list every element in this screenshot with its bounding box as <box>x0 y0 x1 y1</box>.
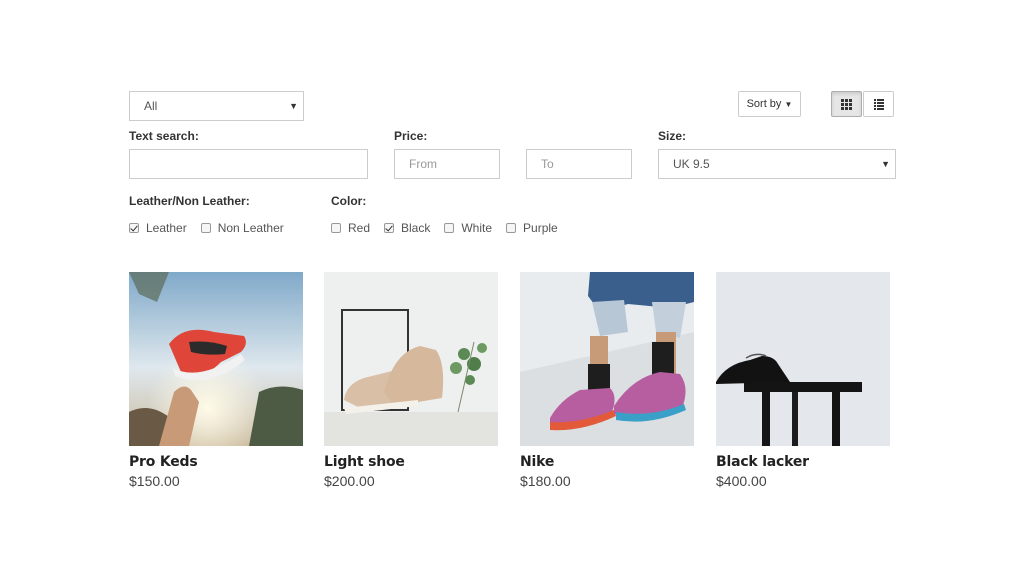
chevron-down-icon: ▼ <box>289 101 298 111</box>
leather-checkbox[interactable] <box>129 223 139 233</box>
red-checkbox[interactable] <box>331 223 341 233</box>
price-to-input[interactable]: To <box>526 149 632 179</box>
list-view-icon <box>873 98 884 110</box>
leather-label: Leather <box>146 221 187 235</box>
product-card[interactable]: Nike $180.00 <box>520 272 694 489</box>
material-label: Leather/Non Leather: <box>129 194 250 208</box>
category-select[interactable]: All ▼ <box>129 91 304 121</box>
size-select-value: UK 9.5 <box>673 157 710 171</box>
product-card[interactable]: Black lacker $400.00 <box>716 272 890 489</box>
product-name[interactable]: Black lacker <box>716 454 890 470</box>
material-options: Leather Non Leather <box>129 221 284 235</box>
product-image[interactable] <box>129 272 303 446</box>
purple-checkbox[interactable] <box>506 223 517 233</box>
sort-by-label: Sort by <box>746 98 782 110</box>
product-price: $180.00 <box>520 473 571 489</box>
product-price: $200.00 <box>324 473 375 489</box>
product-card[interactable]: Pro Keds $150.00 <box>129 272 303 489</box>
white-checkbox[interactable] <box>444 223 455 233</box>
list-view-button[interactable] <box>863 91 894 117</box>
text-search-input[interactable] <box>129 149 368 179</box>
size-label: Size: <box>658 129 687 143</box>
product-name[interactable]: Pro Keds <box>129 454 303 470</box>
black-checkbox[interactable] <box>384 223 395 233</box>
red-label: Red <box>348 221 371 235</box>
size-select[interactable]: UK 9.5 ▼ <box>658 149 896 179</box>
black-label: Black <box>401 221 431 235</box>
white-label: White <box>461 221 493 235</box>
non-leather-checkbox[interactable] <box>200 223 211 233</box>
non-leather-label: Non Leather <box>217 221 284 235</box>
product-price: $400.00 <box>716 473 767 489</box>
category-select-value: All <box>144 99 158 113</box>
product-card[interactable]: Light shoe $200.00 <box>324 272 498 489</box>
color-label: Color: <box>331 194 367 208</box>
product-image[interactable] <box>520 272 694 446</box>
product-image[interactable] <box>324 272 498 446</box>
purple-label: Purple <box>523 221 558 235</box>
price-from-input[interactable]: From <box>394 149 500 179</box>
sort-by-button[interactable]: Sort by ▼ <box>738 91 801 117</box>
product-image[interactable] <box>716 272 890 446</box>
product-price: $150.00 <box>129 473 180 489</box>
price-from-placeholder: From <box>409 157 437 171</box>
price-label: Price: <box>394 129 428 143</box>
text-search-label: Text search: <box>129 129 199 143</box>
product-name[interactable]: Light shoe <box>324 454 498 470</box>
grid-view-icon <box>841 98 852 110</box>
color-options: Red Black White Purple <box>331 221 558 235</box>
product-name[interactable]: Nike <box>520 454 694 470</box>
caret-down-icon: ▼ <box>784 100 793 109</box>
chevron-down-icon: ▼ <box>881 159 890 169</box>
grid-view-button[interactable] <box>831 91 862 117</box>
price-to-placeholder: To <box>541 157 554 171</box>
